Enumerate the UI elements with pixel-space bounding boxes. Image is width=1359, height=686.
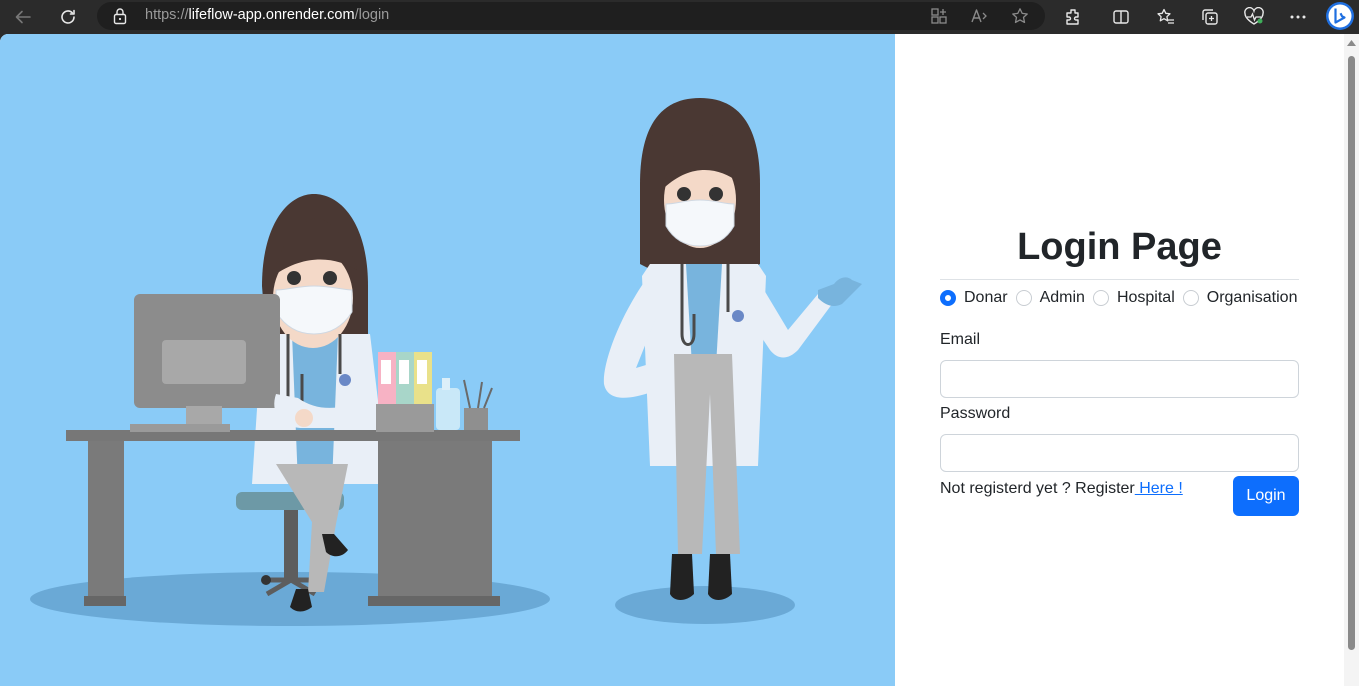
page-viewport: Login Page Donar Admin Hospital Organisa… [0,34,1359,686]
more-icon[interactable] [1284,3,1312,31]
title-divider [940,279,1299,280]
url-host: lifeflow-app.onrender.com [188,7,355,23]
register-link[interactable]: Here ! [1135,480,1183,497]
password-label: Password [940,405,1011,422]
login-button[interactable]: Login [1233,476,1299,516]
url-text[interactable]: https://lifeflow-app.onrender.com/login [145,7,389,23]
favorite-star-icon[interactable] [1006,2,1034,30]
role-option-hospital[interactable]: Hospital [1092,289,1175,307]
extensions-icon[interactable] [1059,3,1087,31]
copilot-icon[interactable] [1325,1,1355,31]
radio-organisation[interactable] [1182,290,1199,306]
scroll-up-arrow-icon[interactable] [1347,40,1356,46]
login-panel: Login Page Donar Admin Hospital Organisa… [895,34,1344,686]
role-option-donar[interactable]: Donar [940,289,1008,307]
radio-label-admin: Admin [1039,289,1085,306]
role-radio-group: Donar Admin Hospital Organisation [940,288,1305,308]
favorites-icon[interactable] [1152,3,1180,31]
collections-icon[interactable] [1196,3,1224,31]
role-option-organisation[interactable]: Organisation [1182,289,1298,307]
page-scrollbar[interactable] [1344,34,1359,686]
register-prompt: Not registerd yet ? Register Here ! [940,480,1183,498]
read-aloud-icon[interactable] [965,2,993,30]
page-title: Login Page [1017,226,1222,268]
password-field[interactable] [940,434,1299,472]
lock-icon[interactable] [113,7,127,29]
radio-hospital[interactable] [1092,290,1109,306]
scroll-thumb[interactable] [1348,56,1355,650]
address-bar[interactable]: https://lifeflow-app.onrender.com/login [97,2,1045,30]
radio-label-hospital: Hospital [1116,289,1175,306]
app-available-icon[interactable] [925,2,953,30]
url-path: /login [354,7,390,23]
register-text: Not registerd yet ? Register [940,480,1135,497]
radio-label-donar: Donar [964,289,1008,306]
doctors-illustration [0,34,895,686]
refresh-icon[interactable] [54,3,82,31]
email-label: Email [940,331,981,348]
radio-label-organisation: Organisation [1206,289,1298,306]
browser-toolbar: https://lifeflow-app.onrender.com/login [0,0,1359,34]
split-screen-icon[interactable] [1107,3,1135,31]
email-field[interactable] [940,360,1299,398]
radio-admin[interactable] [1015,290,1032,306]
role-option-admin[interactable]: Admin [1015,289,1085,307]
browser-essentials-icon[interactable] [1240,3,1268,31]
radio-donar[interactable] [940,290,956,306]
back-icon[interactable] [9,3,37,31]
url-scheme: https:// [145,7,189,23]
